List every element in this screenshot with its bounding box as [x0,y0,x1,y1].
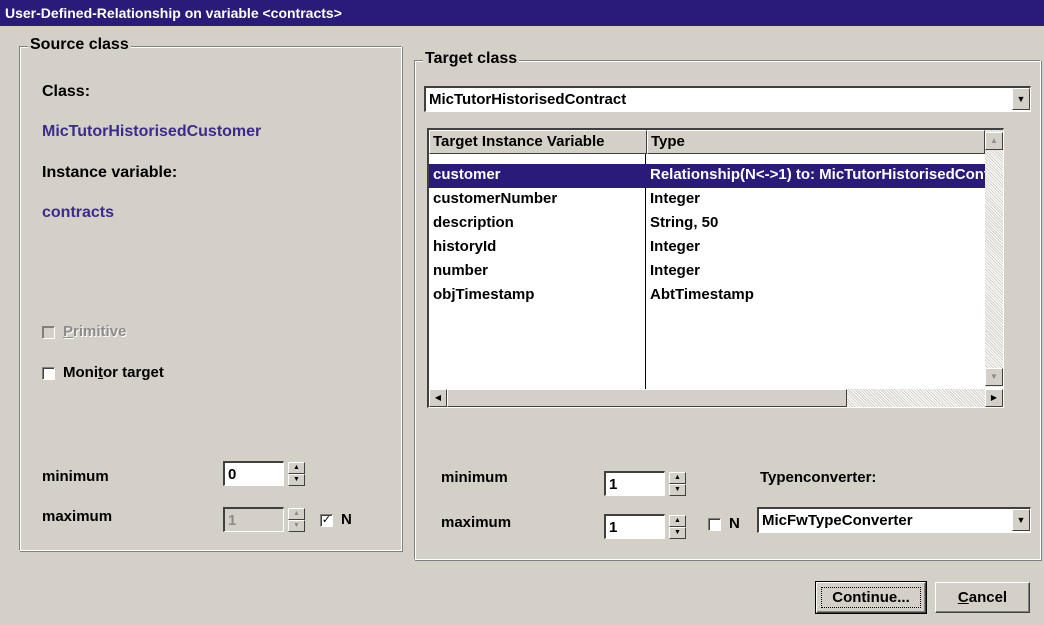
column-header-type[interactable]: Type [647,130,985,154]
primitive-label: Primitive [63,323,126,340]
cell-name: historyId [433,238,497,255]
cell-type: Integer [650,262,701,279]
typeconverter-combo-value: MicFwTypeConverter [762,512,913,529]
spinner-up-icon[interactable]: ▲ [288,462,305,474]
source-minimum-field[interactable]: 0 [223,461,284,486]
monitor-target-label-pre: Moni [63,364,98,381]
scroll-up-icon[interactable]: ▲ [985,132,1003,150]
cancel-label-mnemonic: C [957,589,969,606]
cell-name: number [433,262,489,279]
target-minimum-spinner[interactable]: ▲ ▼ [669,472,686,497]
target-class-combo-value: MicTutorHistorisedContract [429,91,627,108]
instance-variable-value: contracts [42,204,115,221]
cell-type: String, 50 [650,214,719,231]
target-minimum-label: minimum [441,469,508,486]
typeconverter-label: Typenconverter: [760,469,877,486]
source-minimum-spinner[interactable]: ▲ ▼ [288,462,305,487]
chevron-down-icon[interactable]: ▼ [1012,509,1030,531]
source-class-group-title: Source class [28,36,131,54]
horizontal-scroll-thumb[interactable] [447,389,847,407]
cell-name: description [433,214,514,231]
instance-variable-label: Instance variable: [42,164,178,181]
target-minimum-field[interactable]: 1 [604,471,665,496]
scroll-left-icon[interactable]: ◀ [429,389,447,407]
window-title: User-Defined-Relationship on variable <c… [5,5,342,21]
monitor-target-checkbox[interactable] [42,367,55,380]
spinner-up-icon[interactable]: ▲ [669,515,686,527]
cancel-button[interactable]: Cancel [935,582,1030,613]
primitive-label-post: rimitive [73,323,127,340]
target-maximum-label: maximum [441,514,512,531]
cancel-label-post: ancel [968,589,1008,606]
cell-name: customer [433,166,501,183]
vertical-scrollbar[interactable]: ▲ ▼ [985,130,1003,387]
primitive-label-mnemonic: P [63,323,74,340]
cell-type: Relationship(N<->1) to: MicTutorHistoris… [650,166,985,183]
cell-type: Integer [650,238,701,255]
source-maximum-spinner[interactable]: ▲ ▼ [288,508,305,533]
target-class-combo[interactable]: MicTutorHistorisedContract ▼ [424,86,1031,112]
table-header: Target Instance Variable Type [429,130,1003,154]
target-maximum-value: 1 [609,519,618,536]
spinner-down-icon[interactable]: ▼ [669,484,686,496]
target-instance-variable-table[interactable]: Target Instance Variable Type customer R… [427,128,1004,408]
table-row-selected[interactable]: customer Relationship(N<->1) to: MicTuto… [429,164,1003,188]
scroll-down-icon[interactable]: ▼ [985,368,1003,386]
spinner-up-icon[interactable]: ▲ [669,472,686,484]
spinner-down-icon[interactable]: ▼ [288,520,305,532]
table-row[interactable]: number Integer [429,260,1003,284]
table-row[interactable]: historyId Integer [429,236,1003,260]
spinner-up-icon[interactable]: ▲ [288,508,305,520]
continue-button[interactable]: Continue... [815,581,927,614]
source-minimum-value: 0 [228,466,237,483]
cell-type: AbtTimestamp [650,286,754,303]
scroll-right-icon[interactable]: ▶ [985,389,1003,407]
source-n-label: N [341,511,352,528]
spinner-down-icon[interactable]: ▼ [669,527,686,539]
chevron-down-icon[interactable]: ▼ [1012,88,1030,110]
source-maximum-value: 1 [228,512,237,529]
monitor-target-label[interactable]: Monitor target [63,364,164,381]
target-class-group-title: Target class [423,50,520,68]
target-minimum-value: 1 [609,476,618,493]
cell-name: customerNumber [433,190,558,207]
window-title-bar[interactable]: User-Defined-Relationship on variable <c… [0,0,1044,26]
cell-name: objTimestamp [433,286,535,303]
horizontal-scrollbar[interactable]: ◀ ▶ [429,389,1003,407]
column-header-target-instance-variable[interactable]: Target Instance Variable [429,130,647,154]
cell-type: Integer [650,190,701,207]
spinner-down-icon[interactable]: ▼ [288,474,305,486]
source-minimum-label: minimum [42,468,109,485]
target-n-checkbox[interactable] [708,518,721,531]
table-row[interactable]: customerNumber Integer [429,188,1003,212]
table-row[interactable]: objTimestamp AbtTimestamp [429,284,1003,308]
source-maximum-field[interactable]: 1 [223,507,284,532]
target-maximum-spinner[interactable]: ▲ ▼ [669,515,686,540]
source-class-label: Class: [42,83,91,100]
target-n-label: N [729,515,740,532]
monitor-target-label-post: or target [103,364,164,381]
source-maximum-label: maximum [42,508,113,525]
source-class-value: MicTutorHistorisedCustomer [42,123,262,140]
source-n-checkbox[interactable]: ✓ [320,514,333,527]
target-maximum-field[interactable]: 1 [604,514,665,539]
typeconverter-combo[interactable]: MicFwTypeConverter ▼ [757,507,1031,533]
primitive-checkbox[interactable] [42,326,55,339]
table-row[interactable]: description String, 50 [429,212,1003,236]
